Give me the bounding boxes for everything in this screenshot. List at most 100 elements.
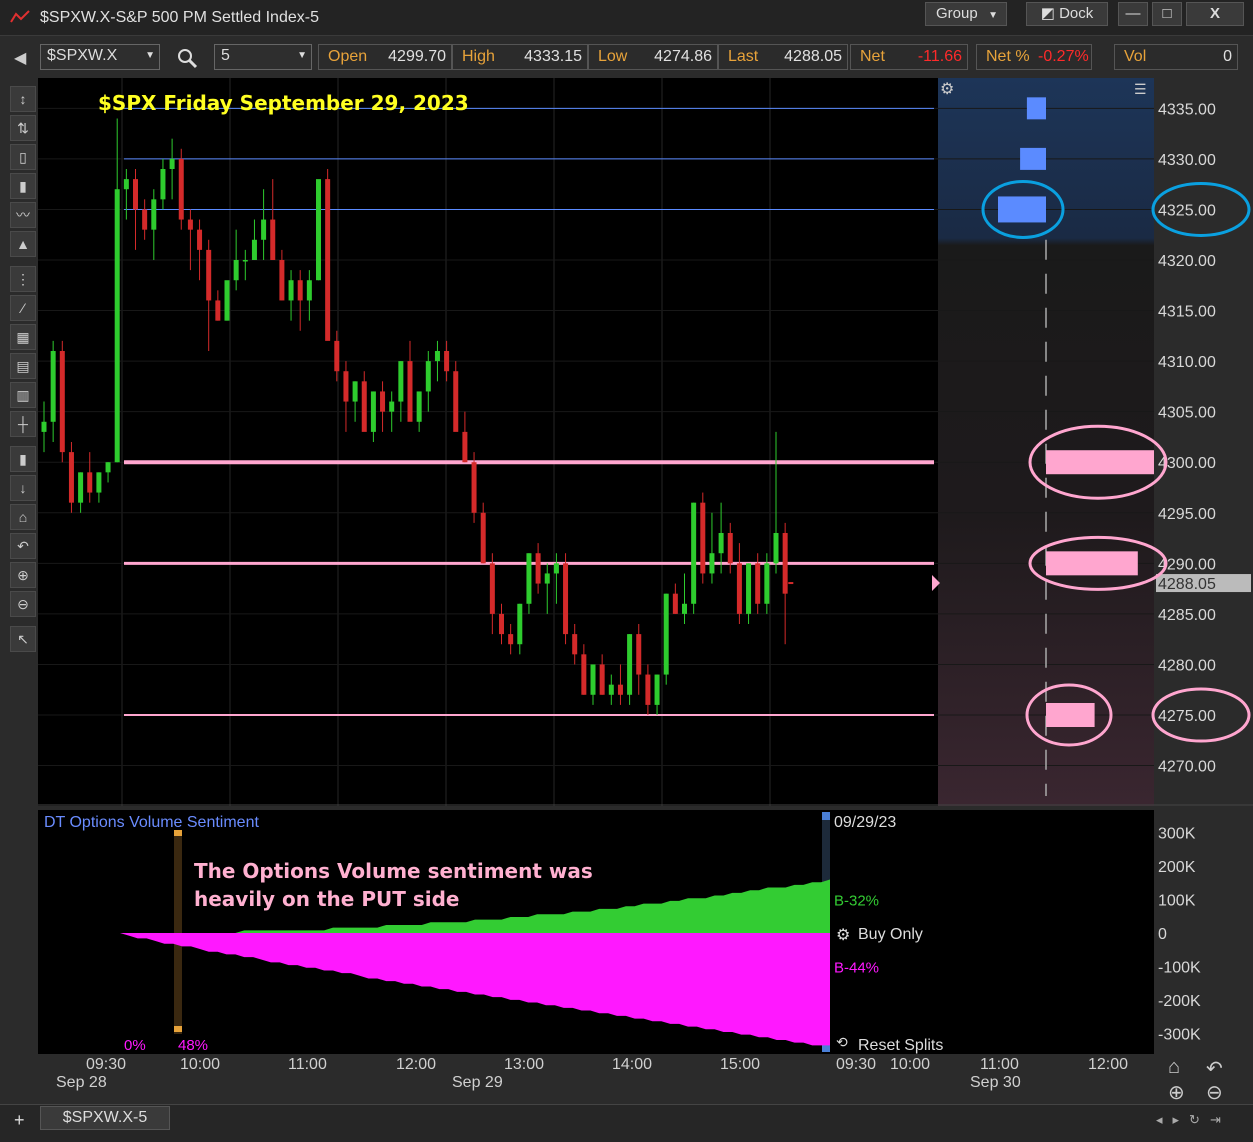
candle-body [297,280,303,301]
candle-body [636,634,642,675]
bar-tool-icon[interactable]: ▮ [10,173,36,199]
price-tick-label: 4330.00 [1158,152,1216,169]
candle-body [242,260,248,262]
time-tick-label: 10:00 [890,1056,931,1073]
candle-body [306,280,312,301]
candle-body [581,654,587,695]
maximize-button[interactable]: □ [1152,2,1182,26]
quote-value: 4274.86 [654,48,712,65]
home-icon[interactable]: ⌂ [10,504,36,530]
candle-body [700,502,706,574]
grid-tool-icon[interactable]: ▦ [10,324,36,350]
candle-body [608,684,614,695]
quote-value: -11.66 [917,48,962,65]
session-marker-cap [174,1026,182,1032]
quote-value: 4299.70 [388,48,446,65]
add-tab-button[interactable]: + [14,1110,25,1131]
home-icon[interactable]: ⌂ [1168,1056,1180,1079]
price-chart[interactable]: 4335.00 4330.00 4325.00 4320.00 4315.00 4310.… [38,78,1253,806]
fib-tool-icon[interactable]: ⋮ [10,266,36,292]
options-volume-sentiment-pane[interactable]: DT Options Volume Sentiment 300K 200K 100K 0… [38,810,1253,1054]
candle-body [50,351,56,422]
time-tick-label: 10:00 [180,1056,221,1073]
candle-body [517,603,523,645]
symbol-input[interactable]: $SPXW.X ▼ [40,44,160,70]
sentiment-tick-label: -300K [1158,1026,1201,1043]
candle-body [151,199,157,230]
columns-tool-icon[interactable]: ▥ [10,382,36,408]
minimize-button[interactable]: — [1118,2,1148,26]
zoom-in-icon[interactable]: ⊕ [1168,1080,1185,1105]
time-tick-label: 11:00 [288,1056,327,1073]
pointer-icon[interactable]: ↖ [10,626,36,652]
candle-body [471,462,477,513]
date-label: 09/29/23 [834,814,896,831]
candle-body [187,219,193,230]
close-button[interactable]: X [1186,2,1244,26]
settings-icon: ⚙ [836,927,850,944]
candle-body [398,361,404,402]
candle-body [261,219,267,240]
zoom-in-icon[interactable]: ⊕ [10,562,36,588]
time-tick-label: 12:00 [396,1056,437,1073]
group-button[interactable]: Group ▼ [925,2,1007,26]
candle-body [563,563,569,635]
cursor-tool-icon[interactable]: ↕ [10,86,36,112]
candle-body [343,371,349,402]
percent-left: 0% [124,1037,146,1054]
tab-nav-icons[interactable]: ◂▸↻⇥ [1156,1112,1231,1128]
bottom-bar [0,1104,1253,1142]
quote-value: 0 [1223,48,1232,65]
candle-body [727,533,733,564]
pane-axis-background [1154,810,1253,1054]
undo-icon[interactable]: ↶ [1206,1056,1223,1081]
zoom-out-icon[interactable]: ⊖ [10,591,36,617]
candle-body [709,553,715,574]
price-tick-label: 4310.00 [1158,354,1216,371]
candle-body [370,391,376,432]
candle-body [489,563,495,614]
area-tool-icon[interactable]: ▲ [10,231,36,257]
arrow-down-icon[interactable]: ↓ [10,475,36,501]
chevron-down-icon: ▼ [297,50,307,61]
chart-tab[interactable]: $SPXW.X-5 [40,1106,170,1130]
session-marker [174,830,182,1034]
candle-body [672,593,678,614]
sentiment-tick-label: 300K [1158,826,1196,843]
time-tick-label: 09:30 [836,1056,877,1073]
marker-tool-icon[interactable]: ▮ [10,446,36,472]
put-volume-bar [1046,551,1138,576]
candle-body [599,664,605,695]
candle-tool-icon[interactable]: ▯ [10,144,36,170]
time-tick-label: 13:00 [504,1056,545,1073]
candle-body [526,553,532,604]
table-tool-icon[interactable]: ▤ [10,353,36,379]
window-title: $SPXW.X-S&P 500 PM Settled Index-5 [40,9,319,26]
price-tick-label: 4320.00 [1158,253,1216,270]
interval-select[interactable]: 5 ▼ [214,44,312,70]
zoom-out-icon[interactable]: ⊖ [1206,1080,1223,1105]
candle-body [142,209,148,230]
candle-body [782,533,788,594]
crosshair-icon[interactable]: ┼ [10,411,36,437]
price-tick-label: 4315.00 [1158,304,1216,321]
buy-only-label: Buy Only [858,926,923,943]
candle-body [361,381,367,432]
candle-body [553,563,559,574]
candle-body [480,512,486,564]
trendline-tool-icon[interactable]: ⁄ [10,295,36,321]
candle-body [114,189,120,463]
candle-body [590,664,596,695]
candle-body [746,563,752,614]
candle-body [764,563,770,604]
candle-body [316,179,321,281]
back-arrow-icon[interactable]: ◀ [14,48,26,68]
candle-body [59,351,65,453]
undo-icon[interactable]: ↶ [10,533,36,559]
sell-percent-label: B-44% [834,959,879,976]
crosshair-tool-icon[interactable]: ⇅ [10,115,36,141]
date-tick-label: Sep 28 [56,1074,107,1091]
dock-button[interactable]: ◩ Dock [1026,2,1108,26]
line-tool-icon[interactable]: 〰 [10,202,36,228]
search-icon[interactable] [176,47,198,69]
